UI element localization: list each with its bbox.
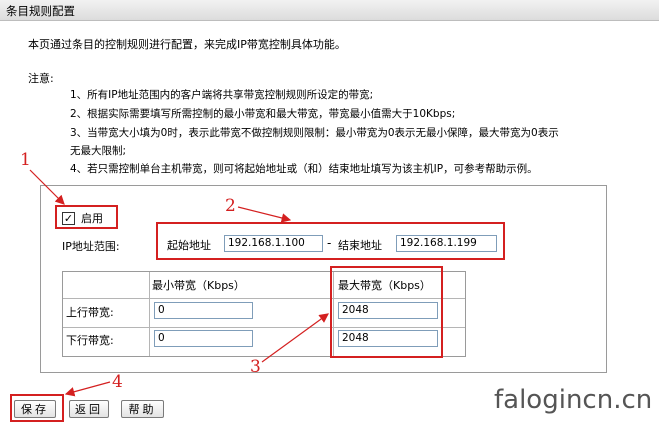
note-item-3-continued: 无最大限制;: [70, 145, 127, 157]
min-bandwidth-header: 最小带宽（Kbps）: [152, 279, 245, 292]
annotation-arrow-4: [64, 381, 111, 397]
help-button[interactable]: 帮助: [121, 400, 164, 418]
annotation-box-save: [10, 394, 64, 422]
watermark: falogincn.cn: [494, 385, 653, 415]
intro-text: 本页通过条目的控制规则进行配置，来完成IP带宽控制具体功能。: [28, 38, 346, 51]
ip-range-label: IP地址范围:: [62, 240, 120, 253]
table-divider: [149, 272, 150, 356]
back-button[interactable]: 返回: [69, 400, 109, 418]
annotation-box-max-bandwidth: [330, 266, 443, 358]
annotation-box-enable: [55, 205, 118, 229]
note-item-4: 4、若只需控制单台主机带宽，则可将起始地址或（和）结束地址填写为该主机IP，可参…: [70, 163, 538, 175]
upload-min-input[interactable]: 0: [154, 302, 253, 319]
annotation-number-2: 2: [225, 196, 236, 216]
annotation-box-ip-range: [156, 222, 505, 260]
note-item-1: 1、所有IP地址范围内的客户端将共享带宽控制规则所设定的带宽;: [70, 89, 374, 101]
note-item-3: 3、当带宽大小填为0时，表示此带宽不做控制规则限制：最小带宽为0表示无最小保障，…: [70, 127, 559, 139]
annotation-number-1: 1: [20, 150, 31, 170]
upload-bandwidth-label: 上行带宽:: [66, 306, 114, 319]
annotation-number-4: 4: [112, 372, 123, 392]
notes-label: 注意:: [28, 72, 54, 85]
note-item-2: 2、根据实际需要填写所需控制的最小带宽和最大带宽，带宽最小值需大于10Kbps;: [70, 108, 456, 120]
download-min-input[interactable]: 0: [154, 330, 253, 347]
download-bandwidth-label: 下行带宽:: [66, 334, 114, 347]
annotation-number-3: 3: [250, 357, 261, 377]
window-title: 条目规则配置: [0, 0, 659, 21]
